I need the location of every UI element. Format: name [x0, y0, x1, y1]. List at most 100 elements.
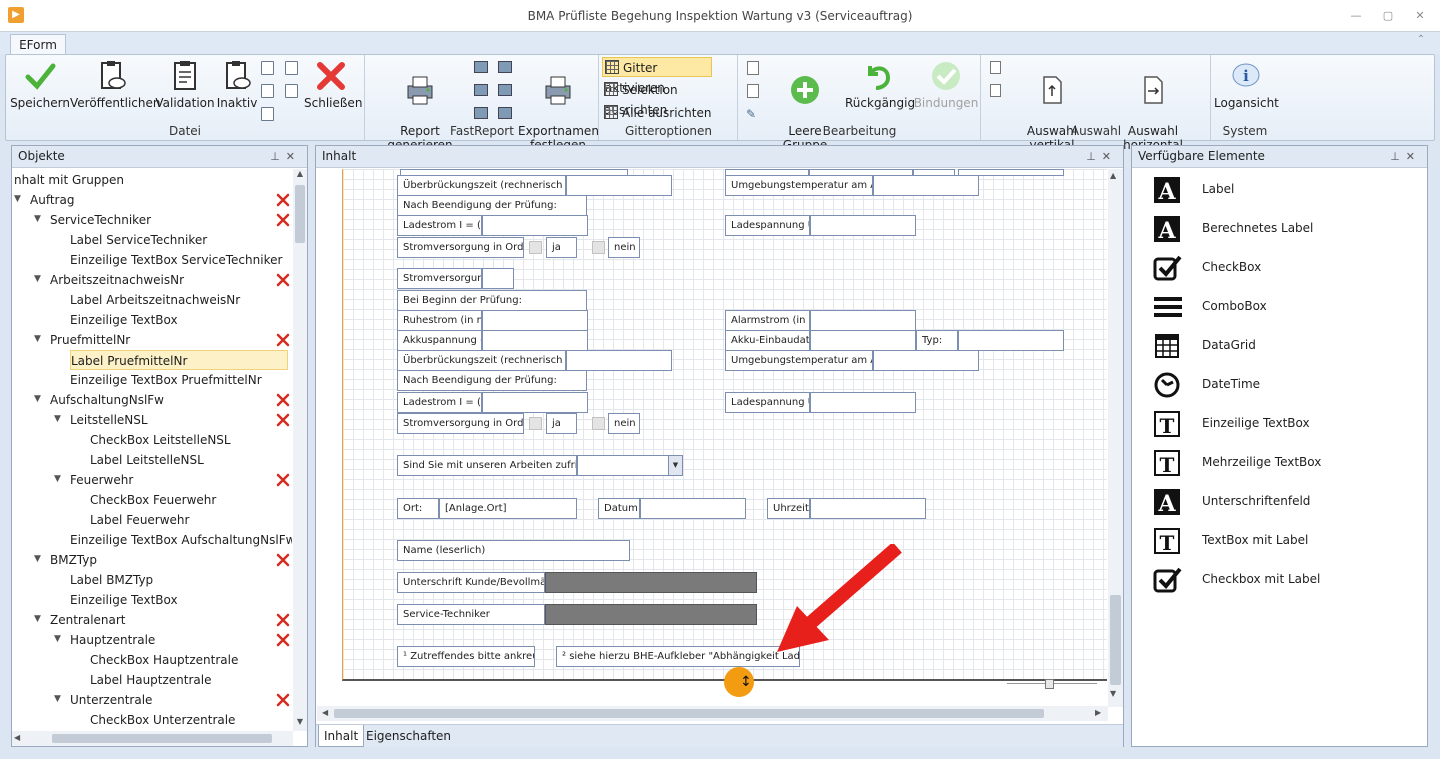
objects-panel-pin-close[interactable]: ⊥✕ — [270, 146, 301, 167]
form-checkbox[interactable] — [592, 241, 605, 254]
form-label[interactable]: Ruhestrom (in m — [397, 310, 482, 331]
save-button[interactable]: Speichern — [10, 60, 70, 110]
delete-x-icon[interactable] — [276, 273, 290, 287]
form-label[interactable]: ja — [546, 237, 577, 258]
form-label[interactable]: nein — [608, 413, 640, 434]
tab-eigenschaften[interactable]: Eigenschaften — [361, 725, 456, 747]
element-item[interactable]: DateTime — [1132, 365, 1422, 404]
align-selection-button[interactable]: Selektion ausrichten — [602, 80, 736, 117]
form-checkbox[interactable] — [592, 417, 605, 430]
delete-x-icon[interactable] — [276, 633, 290, 647]
tree-item[interactable]: ArbeitszeitnachweisNr — [50, 270, 184, 290]
small-doc-icon-5[interactable] — [261, 107, 274, 121]
small-doc-icon-2[interactable] — [285, 61, 298, 75]
align-all-button[interactable]: Alle ausrichten — [602, 103, 736, 123]
publish-button[interactable]: Veröffentlichen — [70, 60, 161, 110]
form-label[interactable]: Stromversorgung in Ordnu — [397, 237, 524, 258]
tree-expand-arrow-icon[interactable]: ▼ — [34, 334, 41, 344]
form-textbox[interactable] — [810, 498, 926, 519]
content-panel-pin-close[interactable]: ⊥✕ — [1086, 146, 1117, 167]
form-label[interactable]: Stromversorgung — [397, 268, 482, 289]
form-label[interactable]: Unterschrift Kunde/Bevollmächt — [397, 572, 545, 593]
form-label[interactable]: Service-Techniker — [397, 604, 545, 625]
form-checkbox[interactable] — [529, 241, 542, 254]
tree-item[interactable]: Label Feuerwehr — [90, 510, 189, 530]
tree-item[interactable]: PruefmittelNr — [50, 330, 130, 350]
form-label[interactable]: Umgebungstemperatur am Akk — [725, 350, 873, 371]
select-doc-icon-1[interactable] — [990, 61, 1001, 74]
form-label[interactable]: Datum: — [598, 498, 640, 519]
element-item[interactable]: A Unterschriftenfeld — [1132, 482, 1422, 521]
fr-icon-4[interactable] — [498, 84, 512, 96]
form-label[interactable]: ¹ Zutreffendes bitte ankreuze — [397, 646, 535, 667]
tree-item[interactable]: ServiceTechniker — [50, 210, 151, 230]
brush-icon[interactable]: ✎ — [746, 107, 760, 121]
tree-item[interactable]: CheckBox Feuerwehr — [90, 490, 216, 510]
scroll-left-icon[interactable]: ◀ — [14, 733, 20, 742]
element-item[interactable]: ComboBox — [1132, 287, 1422, 326]
tree-item[interactable]: Label LeitstelleNSL — [90, 450, 204, 470]
form-label[interactable]: Stromversorgung in Ordnu — [397, 413, 524, 434]
tree-scroll-thumb[interactable] — [295, 185, 305, 243]
fr-icon-2[interactable] — [498, 61, 512, 73]
fr-icon-3[interactable] — [474, 84, 488, 96]
tree-item[interactable]: Label ArbeitszeitnachweisNr — [70, 290, 240, 310]
signature-field[interactable] — [545, 604, 757, 625]
form-textbox[interactable] — [566, 175, 672, 196]
minimize-icon[interactable]: — — [1348, 8, 1364, 24]
form-label[interactable]: Uhrzeit: — [767, 498, 810, 519]
form-label[interactable]: nein — [608, 237, 640, 258]
form-combobox[interactable]: ▼ — [577, 455, 683, 476]
tree-item[interactable]: Einzeilige TextBox PruefmittelNr — [70, 370, 262, 390]
form-textbox[interactable] — [810, 310, 916, 331]
tree-item[interactable]: BMZTyp — [50, 550, 97, 570]
collapse-ribbon-icon[interactable]: ⌃ — [1414, 34, 1428, 48]
tree-expand-arrow-icon[interactable]: ▼ — [14, 194, 21, 204]
tree-item[interactable]: Einzeilige TextBox — [70, 310, 178, 330]
scroll-up-icon[interactable]: ▲ — [294, 169, 306, 181]
tree-item[interactable]: Feuerwehr — [70, 470, 133, 490]
form-textbox[interactable] — [810, 392, 916, 413]
tree-item[interactable]: Label PruefmittelNr — [70, 350, 288, 370]
log-view-button[interactable]: i Logansicht — [1214, 60, 1279, 110]
tree-item[interactable]: CheckBox Hauptzentrale — [90, 650, 238, 670]
close-icon[interactable]: ✕ — [1412, 8, 1428, 24]
form-label[interactable]: Umgebungstemperatur am Akk — [725, 175, 873, 196]
delete-x-icon[interactable] — [276, 193, 290, 207]
canvas-hscroll-thumb[interactable] — [334, 709, 1044, 718]
element-item[interactable]: Checkbox mit Label — [1132, 560, 1422, 599]
grid-activate-toggle[interactable]: Gitter aktivieren — [602, 57, 712, 95]
delete-x-icon[interactable] — [276, 333, 290, 347]
element-item[interactable]: CheckBox — [1132, 248, 1422, 287]
canvas-vertical-scrollbar[interactable]: ▲ ▼ — [1108, 169, 1123, 707]
vscroll-down-icon[interactable]: ▼ — [1110, 689, 1116, 698]
canvas-vscroll-thumb[interactable] — [1110, 595, 1121, 685]
select-doc-icon-2[interactable] — [990, 84, 1001, 97]
tree-item[interactable]: Label ServiceTechniker — [70, 230, 207, 250]
delete-x-icon[interactable] — [276, 473, 290, 487]
form-textbox[interactable] — [810, 330, 916, 351]
form-label[interactable]: Nach Beendigung der Prüfung: — [397, 195, 587, 216]
form-textbox[interactable] — [482, 310, 588, 331]
tree-expand-arrow-icon[interactable]: ▼ — [54, 694, 61, 704]
form-textbox[interactable] — [640, 498, 746, 519]
tree-item[interactable]: AufschaltungNslFw — [50, 390, 164, 410]
hscroll-right-icon[interactable]: ▶ — [1095, 708, 1101, 717]
form-textbox[interactable] — [482, 330, 588, 351]
form-label[interactable]: Name (leserlich) — [397, 540, 630, 561]
form-label[interactable]: Ladespannung U — [725, 392, 810, 413]
small-doc-icon-4[interactable] — [285, 84, 298, 98]
delete-x-icon[interactable] — [276, 213, 290, 227]
element-item[interactable]: A Label — [1132, 170, 1422, 209]
form-label[interactable]: Ladestrom I = (in — [397, 392, 482, 413]
form-label[interactable]: Ort: — [397, 498, 439, 519]
delete-x-icon[interactable] — [276, 393, 290, 407]
tree-expand-arrow-icon[interactable]: ▼ — [34, 394, 41, 404]
tree-item[interactable]: CheckBox LeitstelleNSL — [90, 430, 231, 450]
export-names-button[interactable]: Exportnamen festlegen — [518, 60, 599, 152]
form-label[interactable]: Sind Sie mit unseren Arbeiten zufriede — [397, 455, 577, 476]
form-label[interactable]: Alarmstrom (in m — [725, 310, 810, 331]
vscroll-up-icon[interactable]: ▲ — [1110, 171, 1116, 180]
form-label[interactable]: Akkuspannung (i — [397, 330, 482, 351]
form-label[interactable]: Überbrückungszeit (rechnerisch erm — [397, 175, 566, 196]
